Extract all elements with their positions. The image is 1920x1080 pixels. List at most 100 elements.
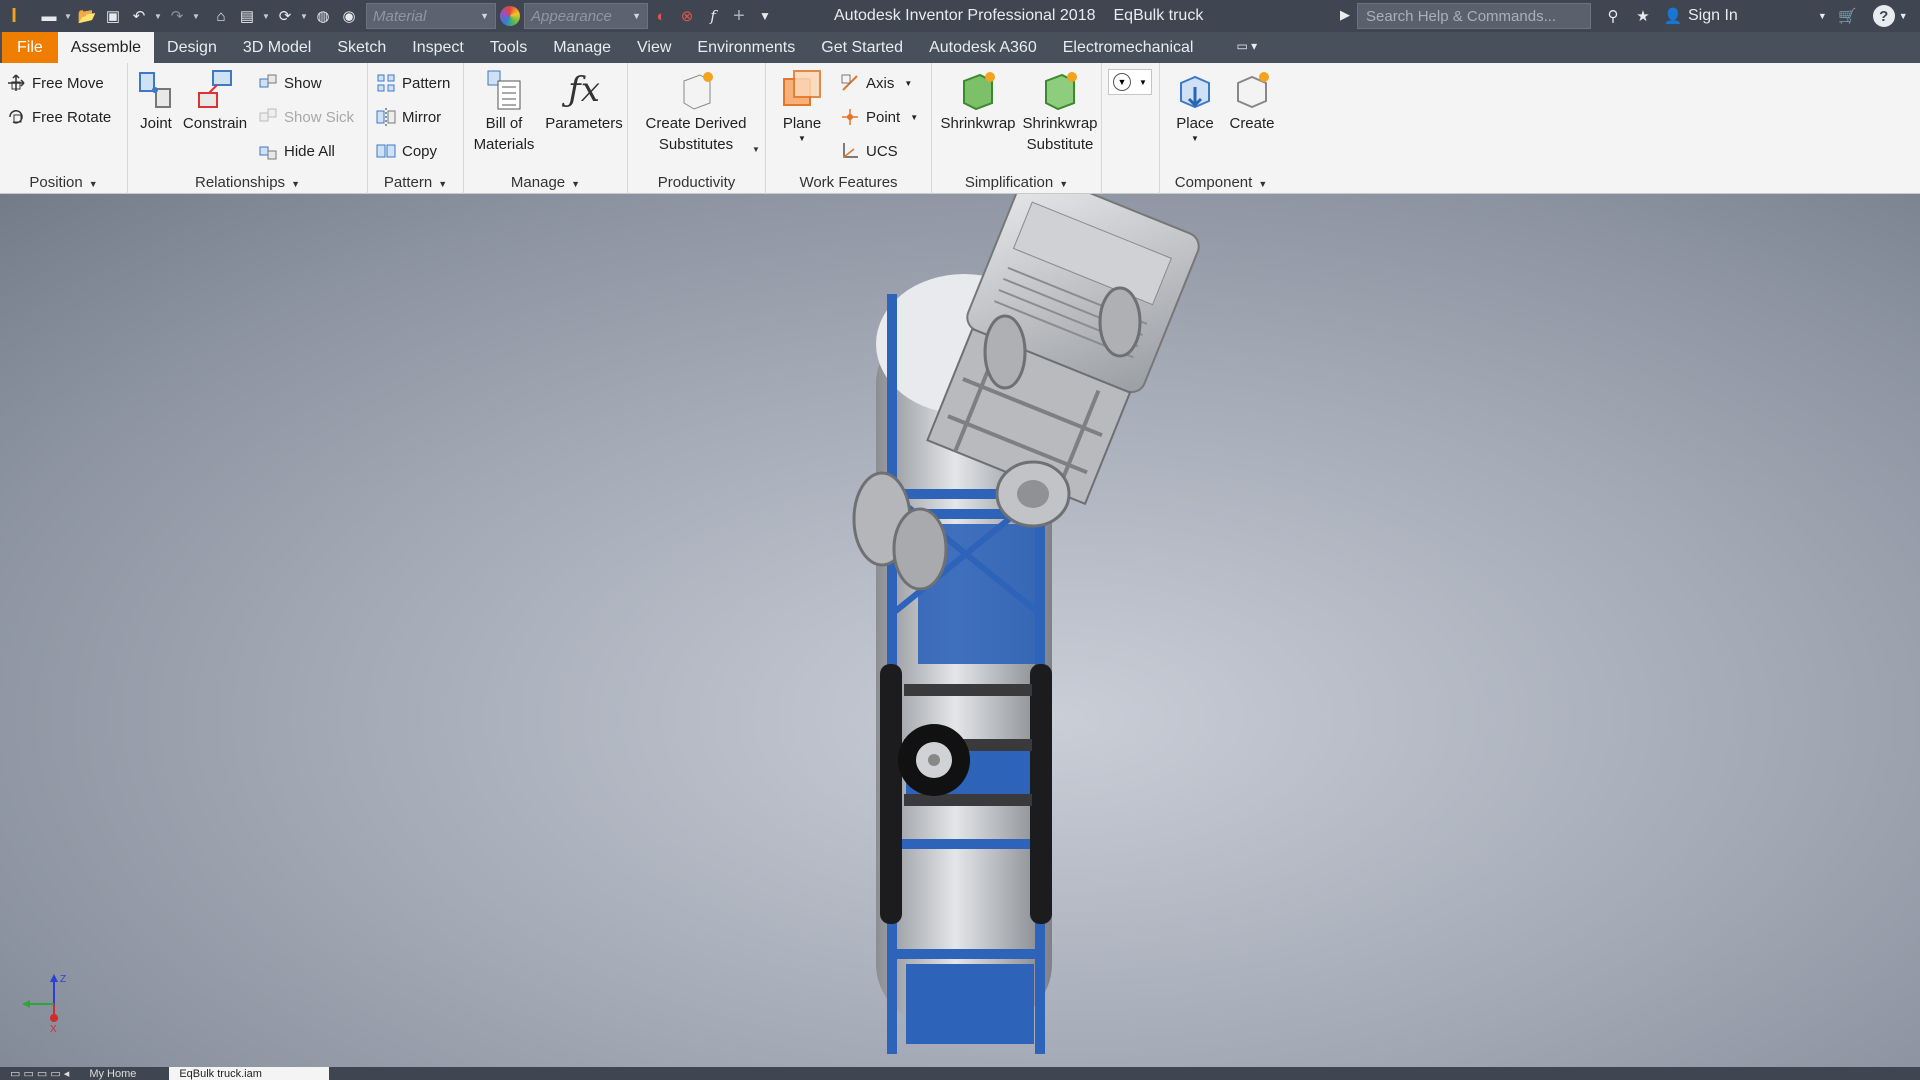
ucs-button[interactable]: UCS — [840, 141, 898, 161]
panel-label-position[interactable]: Position ▼ — [0, 174, 127, 191]
tab-environments[interactable]: Environments — [684, 32, 808, 63]
print-dropdown-icon[interactable]: ▼ — [260, 12, 272, 21]
color-ball-icon[interactable] — [500, 6, 520, 26]
cart-icon[interactable]: 🛒 — [1835, 3, 1861, 29]
tab-manage[interactable]: Manage — [540, 32, 624, 63]
layout-tile-icon[interactable]: ▭ ▭ ▭ ▭ ◂ — [0, 1067, 79, 1080]
copy-button[interactable]: Copy — [376, 141, 437, 161]
tab-get-started[interactable]: Get Started — [808, 32, 916, 63]
home-icon[interactable]: ⌂ — [208, 3, 234, 29]
panel-label-text: Manage — [510, 174, 566, 191]
pattern-button[interactable]: Pattern — [376, 73, 450, 93]
globe-icon[interactable]: ◉ — [336, 3, 362, 29]
redo-icon[interactable]: ↷ — [164, 3, 190, 29]
select-icon[interactable]: ◍ — [310, 3, 336, 29]
shrinkwrap-substitute-icon — [1040, 69, 1080, 111]
show-icon — [258, 73, 278, 93]
derived-label-1: Create Derived — [645, 115, 747, 132]
show-label: Show — [284, 74, 322, 92]
graphics-viewport[interactable]: Z X — [0, 194, 1920, 1067]
free-move-label: Free Move — [32, 74, 104, 92]
update-dropdown-icon[interactable]: ▼ — [298, 12, 310, 21]
shrinkwrap-label: Shrinkwrap — [940, 115, 1016, 132]
bill-of-materials-button[interactable]: Bill of Materials — [466, 69, 542, 155]
tab-3d-model[interactable]: 3D Model — [230, 32, 324, 63]
selection-filter-dropdown[interactable]: ▼ ▼ — [1108, 69, 1152, 95]
axis-triad[interactable]: Z X — [12, 972, 72, 1037]
undo-icon[interactable]: ↶ — [126, 3, 152, 29]
create-button[interactable]: Create — [1224, 69, 1280, 134]
inventor-logo-icon[interactable]: I — [0, 3, 28, 29]
sign-in-link[interactable]: Sign In — [1688, 7, 1738, 25]
clear-appearance-icon[interactable]: ⊗ — [674, 3, 700, 29]
tab-sketch[interactable]: Sketch — [324, 32, 399, 63]
tab-tools[interactable]: Tools — [477, 32, 540, 63]
place-label: Place — [1176, 115, 1214, 132]
show-button[interactable]: Show — [258, 73, 322, 93]
open-icon[interactable]: 📂 — [74, 3, 100, 29]
material-select[interactable]: Material ▼ — [366, 3, 496, 29]
tab-autodesk-a360[interactable]: Autodesk A360 — [916, 32, 1050, 63]
chevron-down-icon[interactable]: ▼ — [1170, 134, 1220, 144]
chevron-down-icon[interactable]: ▼ — [904, 79, 912, 88]
hide-all-button[interactable]: Hide All — [258, 141, 335, 161]
panel-label-manage[interactable]: Manage ▼ — [464, 174, 627, 191]
tab-inspect[interactable]: Inspect — [399, 32, 477, 63]
user-icon[interactable]: 👤 — [1660, 3, 1686, 29]
chevron-down-icon[interactable]: ▼ — [910, 113, 918, 122]
tab-electromechanical[interactable]: Electromechanical — [1050, 32, 1207, 63]
tab-my-home[interactable]: My Home — [79, 1067, 169, 1080]
help-icon[interactable]: ? — [1872, 5, 1895, 27]
appearance-placeholder: Appearance — [531, 7, 612, 25]
point-button[interactable]: Point ▼ — [840, 107, 918, 127]
sign-in-dropdown-icon[interactable]: ▼ — [1818, 11, 1827, 21]
appearance-adjust-icon[interactable]: ◐ — [648, 3, 674, 29]
sign-in-icon[interactable]: ⚲ — [1600, 3, 1626, 29]
tab-view[interactable]: View — [624, 32, 684, 63]
ribbon-options-icon[interactable]: ▭ ▾ — [1206, 32, 1270, 63]
panel-label-pattern[interactable]: Pattern ▼ — [368, 174, 463, 191]
appearance-select[interactable]: Appearance ▼ — [524, 3, 648, 29]
axis-button[interactable]: Axis ▼ — [840, 73, 912, 93]
tab-file[interactable]: File — [2, 32, 58, 63]
save-icon[interactable]: ▣ — [100, 3, 126, 29]
shrinkwrap-substitute-label-1: Shrinkwrap — [1022, 115, 1098, 132]
chevron-down-icon[interactable]: ▼ — [752, 145, 760, 154]
tab-eqbulk-truck[interactable]: EqBulk truck.iam — [169, 1067, 330, 1080]
joint-button[interactable]: Joint — [132, 69, 180, 134]
tab-design[interactable]: Design — [154, 32, 230, 63]
panel-label-relationships[interactable]: Relationships ▼ — [128, 174, 367, 191]
customize-icon[interactable]: ▼ — [752, 3, 778, 29]
panel-label-text: Component — [1174, 174, 1253, 191]
fx-icon[interactable]: f — [700, 3, 726, 29]
plane-button[interactable]: Plane ▼ — [770, 69, 834, 144]
star-icon[interactable]: ★ — [1630, 3, 1656, 29]
search-input[interactable]: Search Help & Commands... — [1357, 3, 1591, 29]
expand-arrow-icon[interactable]: ▶ — [1340, 7, 1350, 23]
spare-tire — [898, 724, 970, 796]
chevron-down-icon[interactable]: ▼ — [770, 134, 834, 144]
parameters-button[interactable]: ƒx Parameters — [542, 69, 626, 134]
shrinkwrap-button[interactable]: Shrinkwrap — [936, 69, 1020, 134]
constrain-button[interactable]: Constrain — [180, 69, 250, 134]
free-move-button[interactable]: Free Move — [6, 73, 104, 93]
print-icon[interactable]: ▤ — [234, 3, 260, 29]
tab-assemble[interactable]: Assemble — [57, 32, 155, 63]
redo-dropdown-icon[interactable]: ▼ — [190, 12, 202, 21]
panel-label-simplification[interactable]: Simplification ▼ — [932, 174, 1101, 191]
truck-model[interactable] — [0, 194, 1920, 1067]
shrinkwrap-substitute-button[interactable]: Shrinkwrap Substitute — [1018, 69, 1102, 155]
panel-label-component[interactable]: Component ▼ — [1160, 174, 1282, 191]
undo-dropdown-icon[interactable]: ▼ — [152, 12, 164, 21]
create-derived-substitutes-button[interactable]: Create Derived Substitutes — [630, 69, 762, 155]
help-dropdown-icon[interactable]: ▼ — [1899, 11, 1908, 21]
copy-icon — [376, 141, 396, 161]
new-icon[interactable]: ▬ — [36, 3, 62, 29]
new-dropdown-icon[interactable]: ▼ — [62, 12, 74, 21]
mirror-button[interactable]: Mirror — [376, 107, 441, 127]
update-icon[interactable]: ⟳ — [272, 3, 298, 29]
add-icon[interactable]: + — [726, 3, 752, 29]
place-button[interactable]: Place ▼ — [1170, 69, 1220, 144]
free-rotate-button[interactable]: Free Rotate — [6, 107, 111, 127]
show-sick-button[interactable]: Show Sick — [258, 107, 354, 127]
